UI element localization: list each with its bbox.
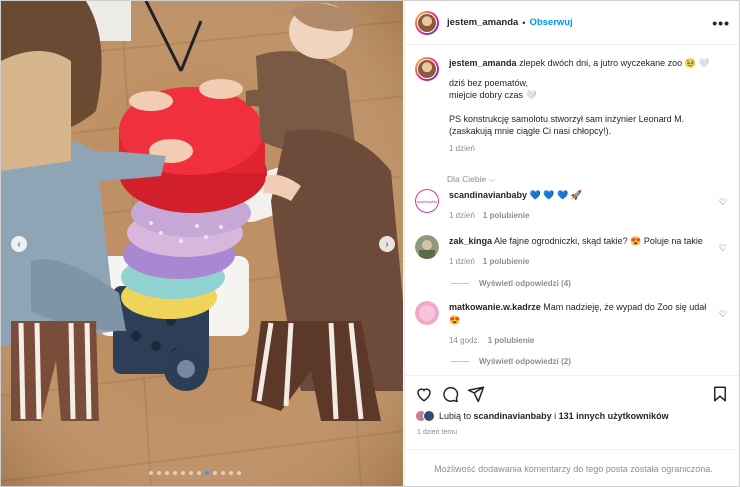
comment-item: scandinavian scandinavianbaby 💙 💙 💙 🚀 1 … bbox=[415, 189, 735, 222]
caption-time: 1 dzień bbox=[449, 144, 475, 153]
comment-text: 💙 💙 💙 🚀 bbox=[529, 190, 582, 200]
replies-divider bbox=[451, 283, 469, 284]
caption-line-4: PS konstrukcję samolotu stworzył sam inż… bbox=[449, 114, 685, 124]
comment-username[interactable]: zak_kinga bbox=[449, 236, 492, 246]
comment-username[interactable]: scandinavianbaby bbox=[449, 190, 527, 200]
view-replies-label: Wyświetl odpowiedzi (4) bbox=[479, 279, 571, 288]
carousel-dot bbox=[205, 471, 209, 475]
view-replies-label: Wyświetl odpowiedzi (2) bbox=[479, 357, 571, 366]
post-photo[interactable]: ‹ › bbox=[1, 1, 403, 486]
replies-divider bbox=[451, 361, 469, 362]
carousel-next-button[interactable]: › bbox=[379, 236, 395, 252]
for-you-dropdown[interactable]: Dla Ciebie ⌵ bbox=[447, 174, 495, 185]
author-avatar[interactable] bbox=[415, 10, 439, 35]
share-paper-plane-icon[interactable] bbox=[467, 385, 485, 403]
like-comment-heart-icon[interactable]: ♡ bbox=[719, 309, 727, 320]
view-replies-button[interactable]: Wyświetl odpowiedzi (4) bbox=[451, 279, 571, 288]
chevron-left-icon: ‹ bbox=[17, 238, 21, 250]
header-separator: • bbox=[522, 17, 526, 28]
author-username[interactable]: jestem_amanda bbox=[447, 17, 518, 28]
comment-username[interactable]: matkowanie.w.kadrze bbox=[449, 302, 541, 312]
follow-button[interactable]: Obserwuj bbox=[529, 17, 572, 28]
comment-time: 1 dzień bbox=[449, 211, 475, 220]
comment-time: 14 godz. bbox=[449, 336, 480, 345]
comment-item: zak_kinga Ale fajne ogrodniczki, skąd ta… bbox=[415, 235, 735, 268]
commenter-avatar[interactable] bbox=[415, 301, 439, 325]
carousel-dot bbox=[173, 471, 177, 475]
view-replies-button[interactable]: Wyświetl odpowiedzi (2) bbox=[451, 357, 571, 366]
likes-user[interactable]: scandinavianbaby bbox=[474, 411, 552, 421]
likes-prefix: Lubią to bbox=[439, 411, 472, 421]
carousel-indicator bbox=[149, 471, 241, 475]
carousel-dot bbox=[157, 471, 161, 475]
caption-username[interactable]: jestem_amanda bbox=[449, 58, 517, 68]
commenter-avatar[interactable]: scandinavian bbox=[415, 189, 439, 213]
liker-avatar bbox=[423, 410, 435, 422]
save-bookmark-icon[interactable] bbox=[711, 385, 729, 403]
likes-middle: i bbox=[554, 411, 557, 421]
likes-others[interactable]: 131 innych użytkowników bbox=[559, 411, 669, 421]
post-header: jestem_amanda • Obserwuj ••• bbox=[405, 1, 739, 45]
carousel-dot bbox=[229, 471, 233, 475]
carousel-dot bbox=[189, 471, 193, 475]
like-comment-heart-icon[interactable]: ♡ bbox=[719, 243, 727, 254]
comment-likes[interactable]: 1 polubienie bbox=[488, 336, 535, 345]
caption-avatar[interactable] bbox=[415, 57, 439, 81]
caption-line-3: miejcie dobry czas 🤍 bbox=[449, 90, 537, 100]
caption-line-5: (zaskakują mnie ciągle Ci nasi chłopcy!)… bbox=[449, 126, 612, 136]
carousel-dot bbox=[149, 471, 153, 475]
carousel-dot bbox=[213, 471, 217, 475]
post-caption: jestem_amanda zlepek dwóch dni, a jutro … bbox=[415, 57, 733, 155]
like-heart-icon[interactable] bbox=[415, 385, 433, 403]
more-options-icon[interactable]: ••• bbox=[712, 15, 730, 31]
comments-panel[interactable]: jestem_amanda zlepek dwóch dni, a jutro … bbox=[405, 45, 739, 375]
carousel-dot bbox=[237, 471, 241, 475]
chevron-right-icon: › bbox=[385, 238, 389, 250]
post-action-bar bbox=[405, 375, 739, 411]
caption-line-2: dziś bez poematów, bbox=[449, 78, 529, 88]
comment-item: matkowanie.w.kadrze Mam nadzieję, że wyp… bbox=[415, 301, 735, 347]
carousel-dot bbox=[181, 471, 185, 475]
photo-illustration bbox=[1, 1, 403, 486]
comment-time: 1 dzień bbox=[449, 257, 475, 266]
post-sidebar: jestem_amanda • Obserwuj ••• jestem_aman… bbox=[404, 1, 739, 486]
likes-summary: Lubią to scandinavianbaby i 131 innych u… bbox=[415, 410, 669, 422]
svg-text:scandinavian: scandinavian bbox=[417, 200, 437, 204]
comments-restricted-notice: Możliwość dodawania komentarzy do tego p… bbox=[405, 449, 739, 486]
carousel-dot bbox=[221, 471, 225, 475]
comment-likes[interactable]: 1 polubienie bbox=[483, 257, 530, 266]
instagram-post-window: ‹ › jestem_amanda • Obserwuj ••• jestem_… bbox=[0, 0, 740, 487]
carousel-prev-button[interactable]: ‹ bbox=[11, 236, 27, 252]
carousel-dot bbox=[197, 471, 201, 475]
like-comment-heart-icon[interactable]: ♡ bbox=[719, 197, 727, 208]
commenter-avatar[interactable] bbox=[415, 235, 439, 259]
comment-text: Ale fajne ogrodniczki, skąd takie? 😍 Pol… bbox=[494, 236, 703, 246]
comment-bubble-icon[interactable] bbox=[441, 385, 459, 403]
carousel-dot bbox=[165, 471, 169, 475]
comment-likes[interactable]: 1 polubienie bbox=[483, 211, 530, 220]
caption-line-1: jestem_amanda zlepek dwóch dni, a jutro … bbox=[449, 58, 710, 68]
post-date: 1 dzień temu bbox=[417, 429, 458, 436]
